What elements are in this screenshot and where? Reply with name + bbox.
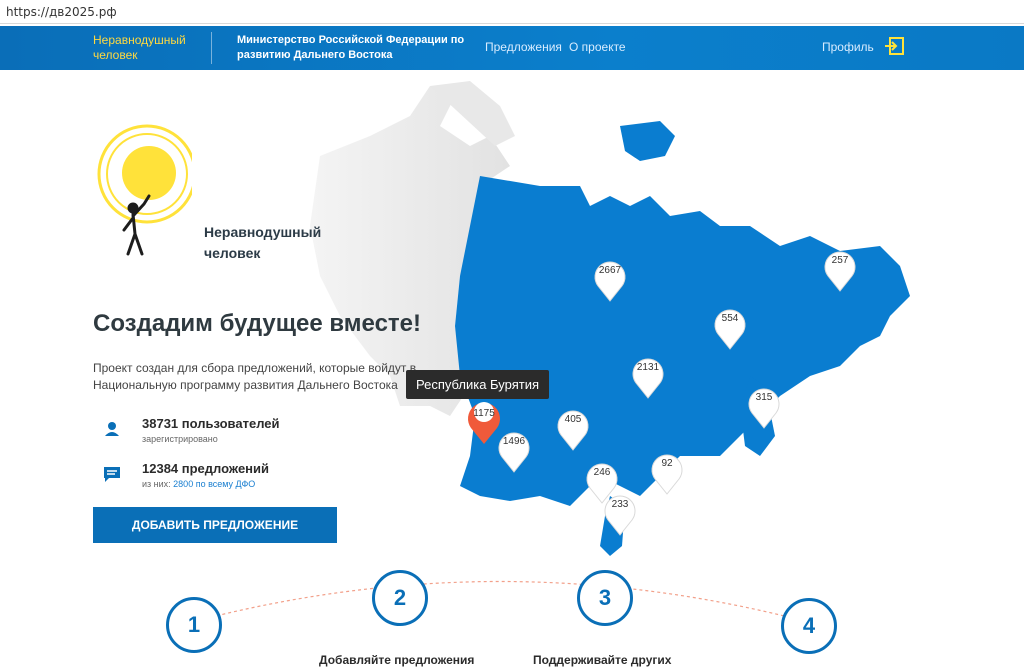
nav-about[interactable]: О проекте (569, 40, 626, 54)
step-4: 4 (781, 598, 837, 654)
proposals-sub-prefix: из них: (142, 479, 171, 489)
map-island-north (620, 121, 675, 161)
pin-marker[interactable]: 92 (651, 454, 683, 495)
steps-section: 1 2 3 4 Добавляйте предложения Поддержив… (0, 560, 1024, 670)
top-navigation: Неравнодушный человек Министерство Росси… (0, 26, 1024, 70)
pin-count: 2131 (637, 362, 660, 373)
pin-count: 233 (612, 499, 629, 510)
ministry-title: Министерство Российской Федерации по раз… (237, 34, 465, 61)
pin-count: 2667 (599, 265, 622, 276)
pin-count: 257 (832, 255, 849, 266)
step-3: 3 (577, 570, 633, 626)
brand-link[interactable]: Неравнодушный человек (93, 33, 203, 63)
proposals-sub: из них: 2800 по всему ДФО (142, 479, 255, 489)
pin-count: 92 (661, 458, 673, 469)
proposals-count: 12384 предложений (142, 461, 270, 476)
step-2: 2 (372, 570, 428, 626)
nav-proposals[interactable]: Предложения (485, 40, 562, 54)
users-sub: зарегистрировано (142, 434, 218, 444)
user-icon (105, 422, 119, 436)
login-icon[interactable] (884, 37, 904, 55)
project-description: Проект создан для сбора предложений, кот… (93, 361, 417, 392)
pin-marker[interactable]: 246 (586, 463, 618, 504)
region-tooltip: Республика Бурятия (406, 370, 550, 399)
steps-arc (169, 580, 831, 629)
step-3-label: Поддерживайте других (533, 653, 672, 667)
sun-person-logo (97, 124, 192, 256)
dfo-proposals-link[interactable]: 2800 по всему ДФО (173, 479, 255, 489)
add-proposal-button[interactable]: ДОБАВИТЬ ПРЕДЛОЖЕНИЕ (93, 507, 337, 543)
step-1: 1 (166, 597, 222, 653)
pin-count: 315 (756, 392, 773, 403)
pin-count: 554 (722, 313, 739, 324)
step-2-label: Добавляйте предложения (319, 653, 475, 667)
logo-text: Неравнодушный человек (204, 224, 322, 261)
pin-count: 246 (594, 467, 611, 478)
pin-count: 1496 (503, 436, 526, 447)
users-count: 38731 пользователей (142, 416, 280, 431)
url-text: https://дв2025.рф (6, 5, 117, 19)
pin-count: 405 (565, 414, 582, 425)
divider (211, 32, 212, 64)
pin-count: 1175 (473, 408, 495, 419)
page-title: Создадим будущее вместе! (93, 310, 422, 337)
chat-icon (104, 467, 120, 482)
address-bar[interactable]: https://дв2025.рф (0, 0, 1024, 24)
profile-link[interactable]: Профиль (822, 40, 874, 54)
